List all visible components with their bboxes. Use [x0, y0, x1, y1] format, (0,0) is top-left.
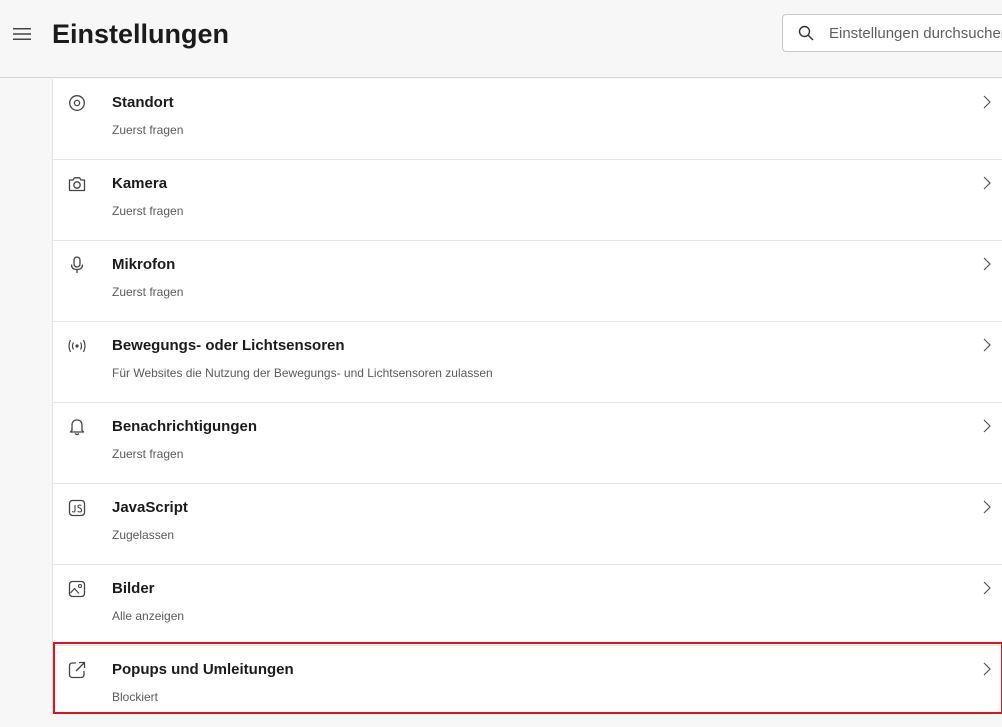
microphone-icon: [67, 255, 87, 275]
sensors-icon: [67, 336, 87, 356]
permission-row-images[interactable]: Bilder Alle anzeigen: [53, 565, 1002, 646]
permission-status: Blockiert: [112, 690, 159, 704]
permission-title: Bilder: [112, 580, 155, 597]
popup-icon: [67, 660, 87, 680]
search-box[interactable]: [782, 14, 1002, 52]
permission-status: Zuerst fragen: [112, 285, 184, 299]
permission-title: JavaScript: [112, 499, 188, 516]
search-input[interactable]: [827, 23, 1002, 43]
permission-row-microphone[interactable]: Mikrofon Zuerst fragen: [53, 241, 1002, 322]
permission-row-location[interactable]: Standort Zuerst fragen: [53, 79, 1002, 160]
permission-title: Popups und Umleitungen: [112, 661, 294, 678]
chevron-right-icon: [981, 336, 993, 354]
chevron-right-icon: [981, 174, 993, 192]
permission-status: Zugelassen: [112, 528, 175, 542]
permission-title: Mikrofon: [112, 256, 176, 273]
permission-row-notifications[interactable]: Benachrichtigungen Zuerst fragen: [53, 403, 1002, 484]
chevron-right-icon: [981, 498, 993, 516]
chevron-right-icon: [981, 417, 993, 435]
permission-status: Alle anzeigen: [112, 609, 185, 623]
settings-header: Einstellungen: [0, 0, 1002, 78]
hamburger-menu-icon[interactable]: [10, 22, 34, 46]
chevron-right-icon: [981, 93, 993, 111]
permission-row-javascript[interactable]: JavaScript Zugelassen: [53, 484, 1002, 565]
permission-title: Standort: [112, 94, 174, 111]
camera-icon: [67, 174, 87, 194]
permission-title: Benachrichtigungen: [112, 418, 258, 435]
chevron-right-icon: [981, 660, 993, 678]
chevron-right-icon: [981, 255, 993, 273]
permission-title: Kamera: [112, 175, 168, 192]
image-icon: [67, 579, 87, 599]
javascript-icon: [67, 498, 87, 518]
chevron-right-icon: [981, 579, 993, 597]
permission-status: Zuerst fragen: [112, 204, 184, 218]
permission-row-camera[interactable]: Kamera Zuerst fragen: [53, 160, 1002, 241]
permission-status: Zuerst fragen: [112, 447, 184, 461]
permission-row-sensors[interactable]: Bewegungs- oder Lichtsensoren Für Websit…: [53, 322, 1002, 403]
permission-status: Für Websites die Nutzung der Bewegungs- …: [112, 366, 493, 380]
search-icon: [796, 23, 816, 43]
bell-icon: [67, 417, 87, 437]
permission-status: Zuerst fragen: [112, 123, 184, 137]
permission-title: Bewegungs- oder Lichtsensoren: [112, 337, 345, 354]
location-icon: [67, 93, 87, 113]
page-title: Einstellungen: [52, 19, 230, 49]
permissions-list: Standort Zuerst fragen Kamera Zuerst fra…: [52, 79, 1002, 715]
